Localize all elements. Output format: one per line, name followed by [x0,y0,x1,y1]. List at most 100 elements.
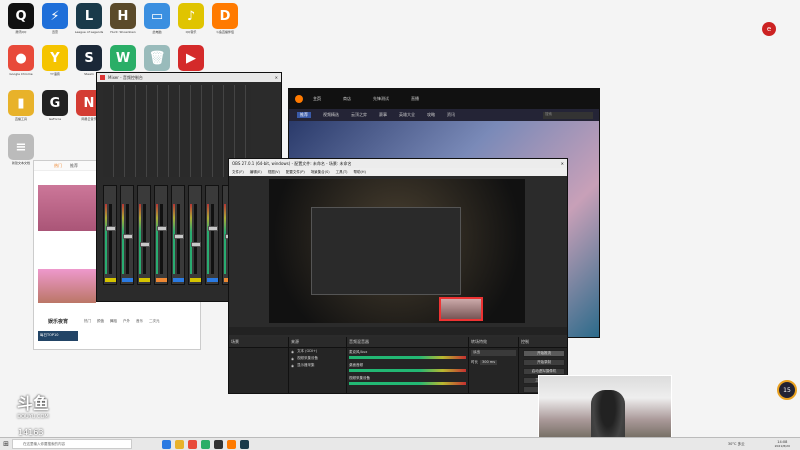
obs-menu-item-5[interactable]: 工具(T) [336,170,348,175]
fader-knob[interactable] [123,234,133,239]
source-item[interactable]: ◉ 文本 (GDI+) [289,348,346,355]
control-button-1[interactable]: 开始录制 [523,359,565,366]
desktop-icon-14[interactable]: G GeForce [38,90,72,121]
client-nav-live[interactable]: 直播 [411,96,419,102]
duration-input[interactable]: 300 ms [480,360,498,365]
fader-knob[interactable] [191,242,201,247]
client-tab-5[interactable]: 攻略 [427,112,435,118]
fader-knob[interactable] [157,226,167,231]
mixer-strip[interactable] [188,185,202,285]
client-tab-4[interactable]: 英雄大全 [399,112,415,118]
left-tab-rec[interactable]: 推荐 [70,163,78,169]
taskbar-search-input[interactable]: 在这里输入你要搜索的内容 [12,439,132,449]
fader-knob[interactable] [140,242,150,247]
mixer-strip[interactable] [137,185,151,285]
mixer-close-icon[interactable]: ✕ [275,75,278,80]
client-tab-0[interactable]: 推荐 [297,112,311,118]
client-tab-2[interactable]: 云顶之弈 [351,112,367,118]
desktop-app-icon: W [110,45,136,71]
desktop-icon-13[interactable]: ▮ 直播工具 [4,90,38,121]
desktop-icon-4[interactable]: ▭ 此电脑 [140,3,174,34]
obs-menu-item-4[interactable]: 场景集合(S) [311,170,330,175]
client-tab-1[interactable]: 视频精选 [323,112,339,118]
taskbar-weather: 30°C 多云 [727,441,745,446]
obs-close-icon[interactable]: ✕ [561,161,564,166]
control-button-0[interactable]: 开始推流 [523,350,565,357]
volume-meter[interactable] [349,369,466,372]
client-tab-6[interactable]: 资讯 [447,112,455,118]
fader-track[interactable] [126,204,129,274]
left-sub-tab-0[interactable]: 热门 [84,319,91,324]
volume-meter[interactable] [349,382,466,385]
desktop-icon-6[interactable]: D 斗鱼直播伴侣 [208,3,242,34]
desktop-icon-7[interactable]: ● Google Chrome [4,45,38,76]
client-nav-test[interactable]: 先锋测试 [373,96,389,102]
mixer-strip[interactable] [205,185,219,285]
fader-knob[interactable] [106,226,116,231]
client-tab-3[interactable]: 赛事 [379,112,387,118]
mixer-strip[interactable] [154,185,168,285]
fader-track[interactable] [143,204,146,274]
desktop-icon-2[interactable]: L League of Legends [72,3,106,34]
desktop-icon-1[interactable]: ⚡ 迅雷 [38,3,72,34]
obs-window[interactable]: OBS 27.0.1 (64-bit, windows) - 配置文件: 未命名… [228,158,568,394]
obs-menu-item-0[interactable]: 文件(F) [232,170,244,175]
volume-meter[interactable] [349,356,466,359]
left-tab-hot[interactable]: 热门 [54,163,62,169]
fader-track[interactable] [194,204,197,274]
left-sub-tab-1[interactable]: 颜值 [97,319,104,324]
mixer-strip[interactable] [120,185,134,285]
client-nav-home[interactable]: 主页 [313,96,321,102]
left-sub-tab-3[interactable]: 户外 [123,319,130,324]
douyu-tray-icon[interactable]: e [762,22,776,36]
start-button[interactable]: ⊞ [0,438,12,450]
source-item[interactable]: ◉ 显示器采集 [289,362,346,369]
fader-knob[interactable] [174,234,184,239]
fader-track[interactable] [211,204,214,274]
fader-track[interactable] [160,204,163,274]
eye-icon[interactable]: ◉ [291,350,294,354]
left-sub-tab-2[interactable]: 舞蹈 [110,319,117,324]
obs-preview[interactable] [269,179,525,323]
desktop-icon-3[interactable]: H Hunt: Showdown [106,3,140,34]
desktop-icon-8[interactable]: Y YY语音 [38,45,72,76]
eye-icon[interactable]: ◉ [291,357,294,361]
fader-track[interactable] [109,204,112,274]
duration-label: 时长 [471,360,478,364]
obs-menu-item-1[interactable]: 编辑(E) [250,170,262,175]
mixer-header: 音频混音器 [347,337,468,348]
desktop-icon-5[interactable]: ♪ QQ音乐 [174,3,208,34]
client-nav-store[interactable]: 商店 [343,96,351,102]
taskbar-browser-icon[interactable] [162,439,171,449]
taskbar-douyu-icon[interactable] [227,439,236,449]
taskbar-obs-icon[interactable] [214,439,223,449]
control-button-2[interactable]: 启动虚拟摄像机 [523,368,565,375]
source-label: 文本 (GDI+) [297,349,318,353]
left-sub-tab-5[interactable]: 二次元 [149,319,160,324]
left-banner[interactable]: 每日TOP10 [38,331,78,341]
transition-select[interactable]: 淡出 [471,350,516,356]
obs-menu-item-3[interactable]: 配置文件(P) [286,170,305,175]
desktop-app-icon: L [76,3,102,29]
taskbar-chrome-icon[interactable] [188,439,197,449]
desktop-icon-0[interactable]: Q 腾讯QQ [4,3,38,34]
fader-knob[interactable] [208,226,218,231]
mixer-strip[interactable] [171,185,185,285]
desktop-icon-label: 腾讯QQ [15,30,27,34]
taskbar-wechat-icon[interactable] [201,439,210,449]
taskbar-date: 2021/8/20 [774,444,790,448]
eye-icon[interactable]: ◉ [291,364,294,368]
obs-menu-item-2[interactable]: 视图(V) [268,170,280,175]
taskbar-folder-icon[interactable] [175,439,184,449]
mixer-strip[interactable] [103,185,117,285]
channel-tag [105,278,116,282]
fader-track[interactable] [177,204,180,274]
left-stream-thumb[interactable] [38,185,98,231]
obs-menu-item-6[interactable]: 帮助(H) [354,170,366,175]
left-stream-thumb-2[interactable] [38,269,96,303]
left-sub-tab-4[interactable]: 音乐 [136,319,143,324]
taskbar-game-icon[interactable] [240,439,249,449]
client-search-input[interactable]: 搜索 [543,111,593,119]
desktop-app-icon: ▶ [178,45,204,71]
source-item[interactable]: ◉ 视频采集设备 [289,355,346,362]
